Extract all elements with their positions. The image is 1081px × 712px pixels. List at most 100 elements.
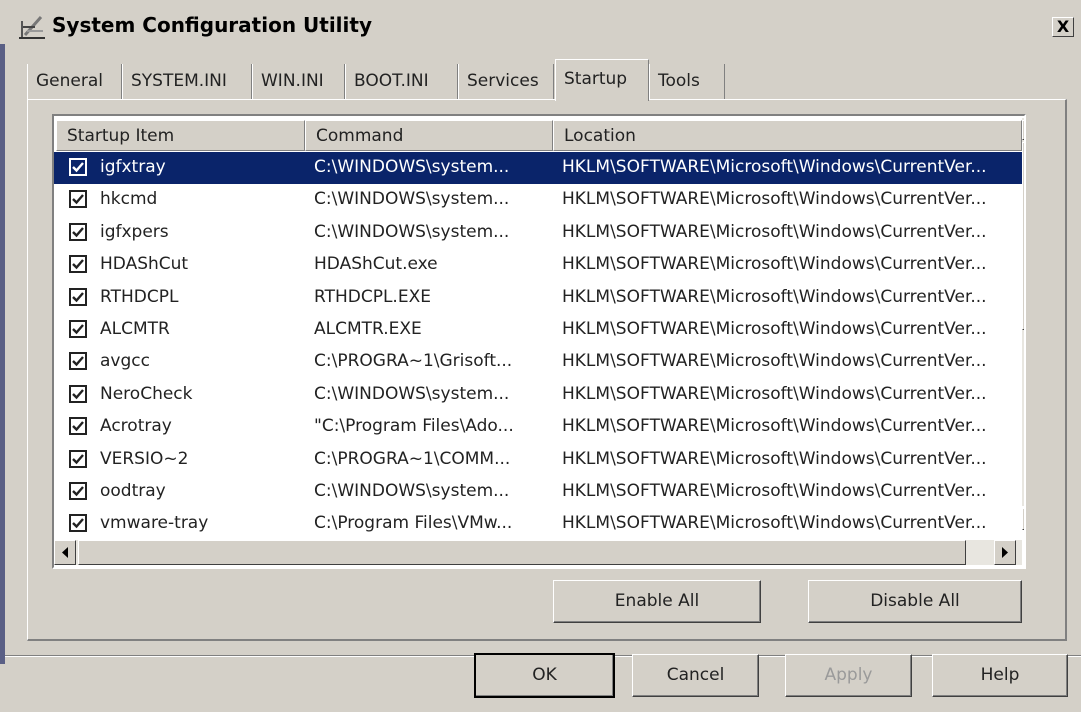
tab-services[interactable]: Services xyxy=(458,64,554,99)
column-header-startup-item[interactable]: Startup Item xyxy=(56,120,305,151)
startup-item-checkbox[interactable] xyxy=(69,222,87,241)
startup-item-checkbox[interactable] xyxy=(69,384,87,403)
cancel-button[interactable]: Cancel xyxy=(632,654,759,697)
checkmark-icon xyxy=(72,324,84,335)
startup-item-checkbox[interactable] xyxy=(69,255,87,274)
location-cell: HKLM\SOFTWARE\Microsoft\Windows\CurrentV… xyxy=(562,254,987,275)
horizontal-scrollbar[interactable] xyxy=(54,540,1022,565)
table-row[interactable]: igfxtray C:\WINDOWS\system... HKLM\SOFTWAR… xyxy=(54,152,1022,184)
help-button[interactable]: Help xyxy=(932,654,1068,697)
location-cell: HKLM\SOFTWARE\Microsoft\Windows\CurrentV… xyxy=(562,286,987,307)
command-cell: C:\WINDOWS\system... xyxy=(314,481,510,501)
startup-item-name: HDAShCut xyxy=(100,254,189,275)
startup-item-name: RTHDCPL xyxy=(100,286,179,307)
window-title: System Configuration Utility xyxy=(52,13,372,37)
tab-tools[interactable]: Tools xyxy=(649,64,725,99)
startup-item-checkbox[interactable] xyxy=(69,514,87,533)
disable-all-button[interactable]: Disable All xyxy=(808,580,1022,623)
checkmark-icon xyxy=(72,453,84,464)
triangle-up-icon xyxy=(1023,121,1026,139)
triangle-left-icon xyxy=(62,547,68,558)
vertical-scrollbar[interactable] xyxy=(1022,118,1026,506)
startup-item-name: ALCMTR xyxy=(100,319,170,339)
command-cell: C:\WINDOWS\system... xyxy=(314,157,510,177)
tab-label: Startup xyxy=(564,69,628,89)
table-row[interactable]: ALCMTR ALCMTR.EXE HKLM\SOFTWARE\Microsoft\… xyxy=(54,314,1022,346)
title-bar[interactable]: System Configuration Utility X xyxy=(5,0,1081,56)
scroll-down-button[interactable] xyxy=(1022,508,1026,530)
close-button[interactable]: X xyxy=(1052,17,1074,37)
table-row[interactable]: vmware-tray C:\Program Files\VMw... HKLM\S… xyxy=(54,508,1022,540)
startup-list[interactable]: Startup Item Command Location igfxtray C:… xyxy=(52,114,1026,569)
startup-item-name: VERSIO~2 xyxy=(100,448,189,469)
command-cell: RTHDCPL.EXE xyxy=(314,286,431,307)
checkmark-icon xyxy=(72,227,84,238)
tab-boot-ini[interactable]: BOOT.INI xyxy=(345,64,458,99)
triangle-down-icon xyxy=(1023,509,1026,529)
startup-item-name: hkcmd xyxy=(100,189,158,210)
command-cell: C:\WINDOWS\system... xyxy=(314,383,510,404)
close-icon: X xyxy=(1056,17,1070,36)
table-row[interactable]: oodtray C:\WINDOWS\system... HKLM\SOFTWARE… xyxy=(54,476,1022,508)
startup-item-checkbox[interactable] xyxy=(69,190,87,209)
scroll-left-button[interactable] xyxy=(54,540,76,565)
horizontal-scroll-thumb[interactable] xyxy=(78,540,966,565)
table-row[interactable]: hkcmd C:\WINDOWS\system... HKLM\SOFTWARE\M… xyxy=(54,184,1022,216)
startup-item-checkbox[interactable] xyxy=(69,158,87,176)
table-row[interactable]: Acrotray "C:\Program Files\Ado... HKLM\SOF… xyxy=(54,411,1022,443)
tab-general[interactable]: General xyxy=(27,64,122,99)
startup-item-name: avgcc xyxy=(100,351,150,372)
checkmark-icon xyxy=(72,194,84,205)
table-row[interactable]: avgcc C:\PROGRA~1\Grisoft... HKLM\SOFTWARE… xyxy=(54,346,1022,378)
command-cell: C:\Program Files\VMw... xyxy=(314,513,513,534)
apply-button[interactable]: Apply xyxy=(785,654,912,697)
table-row[interactable]: RTHDCPL RTHDCPL.EXE HKLM\SOFTWARE\Microsof… xyxy=(54,282,1022,314)
table-row[interactable]: VERSIO~2 C:\PROGRA~1\COMM... HKLM\SOFTWARE… xyxy=(54,444,1022,476)
tab-system-ini[interactable]: SYSTEM.INI xyxy=(122,64,252,99)
checkmark-icon xyxy=(72,421,84,432)
checkmark-icon xyxy=(72,259,84,270)
command-cell: HDAShCut.exe xyxy=(314,254,438,275)
startup-item-name: oodtray xyxy=(100,481,166,501)
ok-button[interactable]: OK xyxy=(474,653,615,698)
command-cell: C:\WINDOWS\system... xyxy=(314,189,510,210)
location-cell: HKLM\SOFTWARE\Microsoft\Windows\CurrentV… xyxy=(562,416,987,437)
startup-item-checkbox[interactable] xyxy=(69,449,87,468)
vertical-scroll-thumb[interactable] xyxy=(1022,142,1024,330)
msconfig-icon xyxy=(17,13,47,41)
command-cell: C:\PROGRA~1\Grisoft... xyxy=(314,351,513,372)
column-header-location[interactable]: Location xyxy=(553,120,1022,151)
location-cell: HKLM\SOFTWARE\Microsoft\Windows\CurrentV… xyxy=(562,189,987,210)
startup-item-checkbox[interactable] xyxy=(69,352,87,371)
startup-item-checkbox[interactable] xyxy=(69,482,87,500)
location-cell: HKLM\SOFTWARE\Microsoft\Windows\CurrentV… xyxy=(562,513,987,534)
startup-item-checkbox[interactable] xyxy=(69,320,87,338)
location-cell: HKLM\SOFTWARE\Microsoft\Windows\CurrentV… xyxy=(562,481,987,501)
scroll-right-button[interactable] xyxy=(994,540,1016,565)
checkmark-icon xyxy=(72,486,84,497)
column-header-command[interactable]: Command xyxy=(305,120,553,151)
startup-item-checkbox[interactable] xyxy=(69,287,87,306)
tab-win-ini[interactable]: WIN.INI xyxy=(252,64,345,99)
triangle-right-icon xyxy=(1002,547,1008,558)
table-row[interactable]: igfxpers C:\WINDOWS\system... HKLM\SOFTWAR… xyxy=(54,217,1022,249)
tab-label: WIN.INI xyxy=(261,71,324,91)
tab-label: Services xyxy=(467,71,539,91)
table-row[interactable]: HDAShCut HDAShCut.exe HKLM\SOFTWARE\Micros… xyxy=(54,249,1022,281)
startup-item-name: igfxtray xyxy=(100,157,166,177)
location-cell: HKLM\SOFTWARE\Microsoft\Windows\CurrentV… xyxy=(562,383,987,404)
system-configuration-window: System Configuration Utility X General S… xyxy=(5,0,1081,712)
enable-all-button[interactable]: Enable All xyxy=(553,580,761,623)
startup-item-checkbox[interactable] xyxy=(69,417,87,436)
startup-item-name: NeroCheck xyxy=(100,383,193,404)
scroll-up-button[interactable] xyxy=(1022,120,1026,140)
location-cell: HKLM\SOFTWARE\Microsoft\Windows\CurrentV… xyxy=(562,157,987,177)
table-row[interactable]: NeroCheck C:\WINDOWS\system... HKLM\SOFTWA… xyxy=(54,379,1022,411)
checkmark-icon xyxy=(72,291,84,302)
checkmark-icon xyxy=(72,356,84,367)
checkmark-icon xyxy=(72,389,84,400)
command-cell: ALCMTR.EXE xyxy=(314,319,422,339)
tab-label: BOOT.INI xyxy=(354,71,429,91)
tab-label: Tools xyxy=(658,71,700,91)
tab-startup[interactable]: Startup xyxy=(555,59,649,101)
